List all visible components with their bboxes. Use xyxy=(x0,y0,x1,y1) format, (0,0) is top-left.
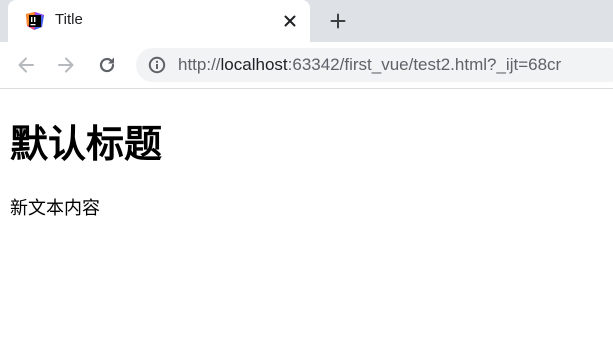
page-content: 默认标题 新文本内容 xyxy=(0,89,613,340)
address-bar[interactable]: http://localhost:63342/first_vue/test2.h… xyxy=(136,48,613,82)
url-path: :63342/first_vue/test2.html?_ijt=68cr xyxy=(287,55,562,74)
page-paragraph: 新文本内容 xyxy=(10,198,100,219)
browser-toolbar: http://localhost:63342/first_vue/test2.h… xyxy=(0,42,613,89)
jetbrains-ide-icon xyxy=(25,11,45,31)
new-tab-button[interactable] xyxy=(326,9,350,33)
info-icon[interactable] xyxy=(148,56,166,74)
close-icon[interactable] xyxy=(280,11,300,31)
tab-strip: Title xyxy=(0,0,613,42)
arrow-left-icon xyxy=(18,57,34,73)
tab-title: Title xyxy=(55,11,83,28)
url-text[interactable]: http://localhost:63342/first_vue/test2.h… xyxy=(178,55,561,75)
reload-icon xyxy=(99,57,115,73)
url-scheme: http:// xyxy=(178,55,221,74)
arrow-right-icon xyxy=(58,57,74,73)
page-heading: 默认标题 xyxy=(10,122,163,166)
tab-title-active[interactable]: Title xyxy=(8,0,310,42)
plus-icon xyxy=(330,13,346,29)
url-host: localhost xyxy=(220,55,288,74)
reload-button[interactable] xyxy=(95,53,119,77)
back-button[interactable] xyxy=(14,53,38,77)
browser-window: Title http://localhost:63342/first_vue/t… xyxy=(0,0,613,340)
forward-button[interactable] xyxy=(54,53,78,77)
